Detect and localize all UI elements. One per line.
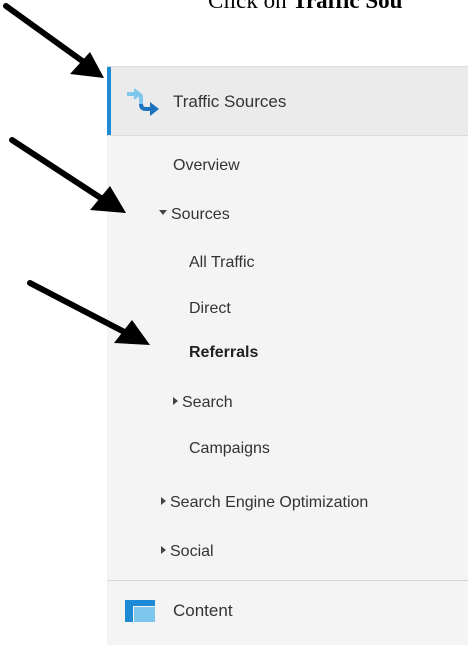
sidebar-section-label: Traffic Sources — [173, 92, 287, 111]
expand-down-icon — [159, 210, 167, 216]
pointer-arrow-icon — [27, 280, 150, 345]
sidebar-item-label: Search — [182, 394, 233, 411]
collapsed-arrow-icon — [173, 396, 178, 405]
sidebar-item-overview[interactable]: Overview — [173, 157, 240, 175]
collapsed-arrow-icon — [161, 496, 166, 505]
sidebar-section-content[interactable]: Content — [107, 581, 468, 645]
content-layout-icon — [125, 600, 155, 622]
instruction-bold: Traffic Sou — [292, 0, 403, 13]
sidebar-item-label: Search Engine Optimization — [170, 494, 369, 511]
sidebar-item-direct[interactable]: Direct — [189, 300, 231, 318]
sidebar-item-label: Sources — [171, 206, 230, 223]
sidebar-item-all-traffic[interactable]: All Traffic — [189, 254, 255, 272]
pointer-arrow-icon — [3, 3, 104, 78]
collapsed-arrow-icon — [161, 545, 166, 554]
screenshot-stage: Click on Traffic Sou Traffic Sources Ove… — [0, 0, 468, 645]
sidebar-section-label: Content — [173, 601, 233, 620]
instruction-text: Click on Traffic Sou — [208, 0, 402, 14]
sidebar-item-social[interactable]: Social — [159, 543, 214, 561]
sidebar-item-label: Social — [170, 543, 214, 560]
sidebar-item-search[interactable]: Search — [171, 394, 233, 412]
sidebar-nav: Traffic Sources Overview Sources All Tra… — [107, 66, 468, 645]
sidebar-item-seo[interactable]: Search Engine Optimization — [159, 494, 368, 512]
instruction-prefix: Click on — [208, 0, 287, 13]
pointer-arrow-icon — [9, 137, 126, 213]
sidebar-section-traffic-sources[interactable]: Traffic Sources — [107, 66, 468, 136]
sidebar-item-sources[interactable]: Sources — [159, 206, 230, 224]
sidebar-item-campaigns[interactable]: Campaigns — [189, 440, 270, 458]
sidebar-item-referrals[interactable]: Referrals — [189, 344, 258, 362]
traffic-sources-arrows-icon — [127, 88, 159, 116]
